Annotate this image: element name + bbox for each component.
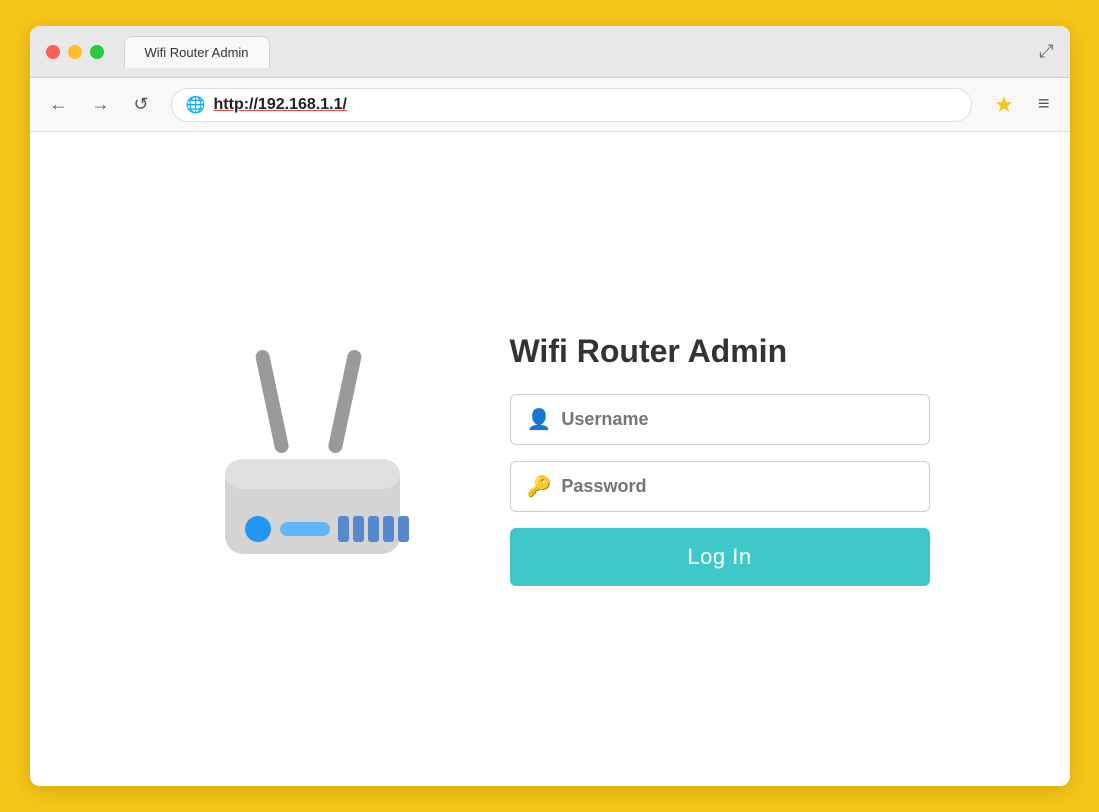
form-title: Wifi Router Admin	[510, 333, 930, 370]
router-svg	[170, 319, 450, 599]
password-input[interactable]	[561, 476, 912, 497]
reload-button[interactable]: ↺	[126, 88, 157, 121]
globe-icon: 🌐	[186, 95, 206, 115]
minimize-button[interactable]	[68, 45, 82, 59]
expand-icon[interactable]: ⤢	[1039, 41, 1053, 62]
forward-button[interactable]: →	[84, 88, 118, 121]
traffic-lights	[46, 45, 104, 59]
close-button[interactable]	[46, 45, 60, 59]
password-icon: 🔑	[527, 474, 552, 499]
bookmark-button[interactable]: ★	[986, 88, 1022, 122]
username-icon: 👤	[527, 407, 552, 432]
back-button[interactable]: ←	[42, 88, 76, 121]
tab-area: Wifi Router Admin	[116, 36, 1032, 68]
username-input[interactable]	[561, 409, 912, 430]
login-button[interactable]: Log In	[510, 528, 930, 586]
title-bar: Wifi Router Admin ⤢	[30, 26, 1070, 78]
tab-label: Wifi Router Admin	[145, 45, 249, 60]
active-tab[interactable]: Wifi Router Admin	[124, 36, 270, 68]
password-input-wrapper[interactable]: 🔑	[510, 461, 930, 512]
url-text: http://192.168.1.1/	[214, 96, 347, 114]
page-content: Wifi Router Admin 👤 🔑 Log In	[30, 132, 1070, 786]
login-form: Wifi Router Admin 👤 🔑 Log In	[510, 333, 930, 586]
router-illustration	[170, 319, 450, 599]
username-input-wrapper[interactable]: 👤	[510, 394, 930, 445]
browser-window: Wifi Router Admin ⤢ ← → ↺ 🌐 http://192.1…	[30, 26, 1070, 786]
menu-button[interactable]: ≡	[1030, 87, 1058, 122]
address-bar[interactable]: 🌐 http://192.168.1.1/	[171, 88, 973, 122]
nav-bar: ← → ↺ 🌐 http://192.168.1.1/ ★ ≡	[30, 78, 1070, 132]
maximize-button[interactable]	[90, 45, 104, 59]
